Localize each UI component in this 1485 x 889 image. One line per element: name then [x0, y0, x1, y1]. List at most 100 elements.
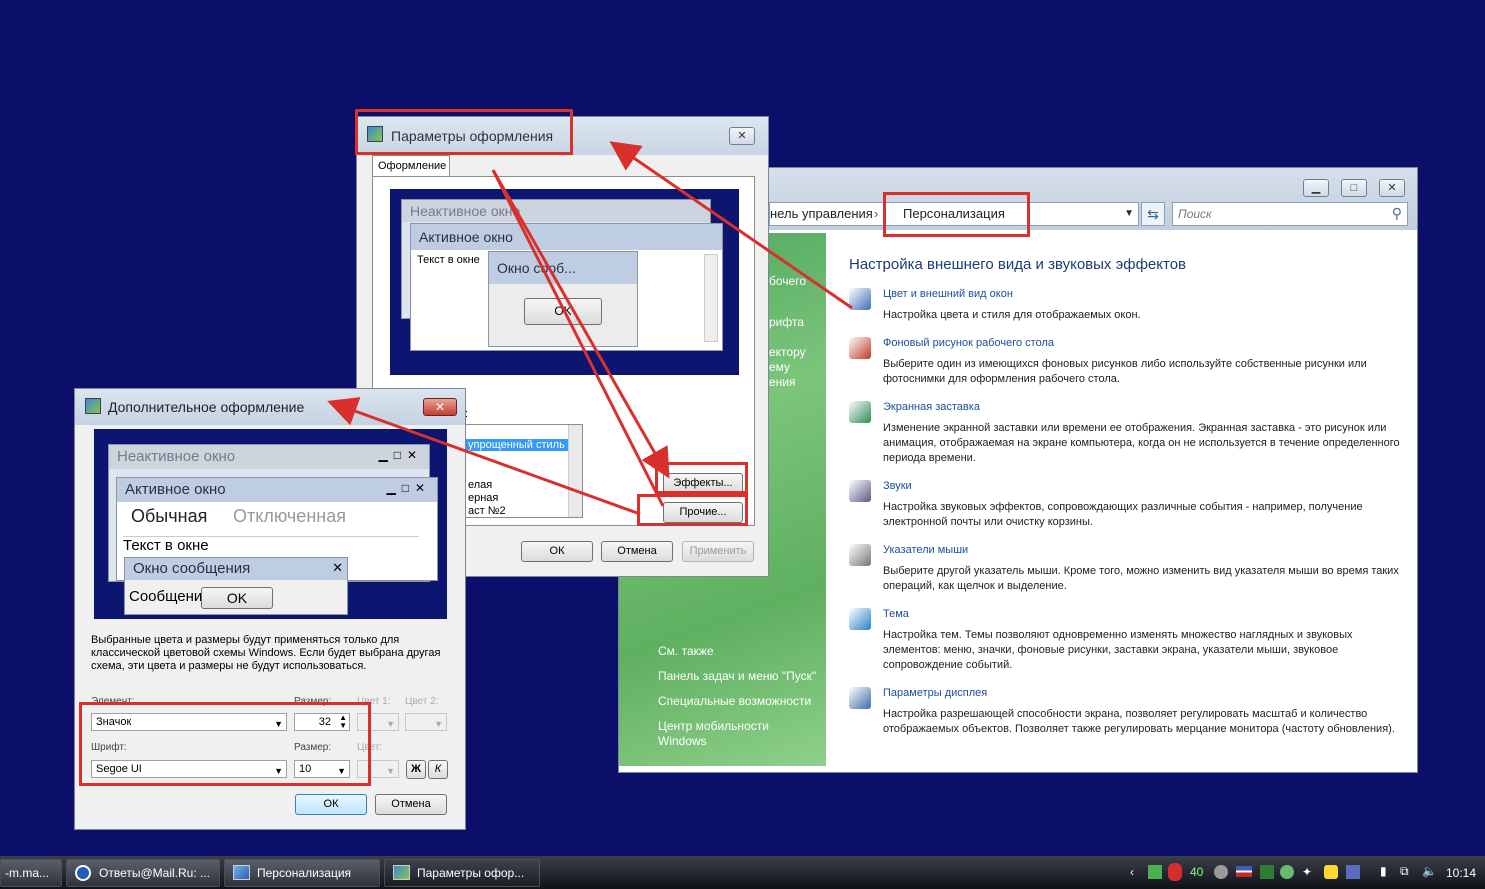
advanced-ok-button[interactable]: ОК: [295, 794, 367, 815]
font-size-dropdown-icon: ▼: [337, 766, 346, 776]
search-box[interactable]: Поиск ⚲: [1172, 202, 1408, 226]
tray-clock: 10:14: [1446, 866, 1477, 880]
font-size-dropdown[interactable]: 10 ▼: [294, 760, 350, 778]
preview-window-text: Текст в окне: [417, 254, 480, 266]
adv-menu-disabled: Отключенная: [233, 506, 346, 526]
address-bar[interactable]: нель управления › Персонализация ▼: [769, 202, 1139, 226]
theme-icon: [849, 608, 871, 630]
color2-picker[interactable]: ▼: [405, 713, 447, 731]
settings-item-link[interactable]: Фоновый рисунок рабочего стола: [883, 337, 1054, 349]
tray-antivirus-icon[interactable]: [1168, 863, 1182, 881]
task-link-5[interactable]: ения: [769, 375, 796, 389]
color1-picker[interactable]: ▼: [357, 713, 399, 731]
task-link-3[interactable]: ектору: [769, 345, 806, 359]
appearance-cancel-button[interactable]: Отмена: [601, 541, 673, 562]
settings-item-link[interactable]: Звуки: [883, 480, 912, 492]
advanced-button[interactable]: Прочие...: [663, 502, 743, 523]
font-size-value: 10: [299, 763, 312, 775]
advanced-title: Дополнительное оформление: [108, 399, 305, 415]
size-spinner-icon[interactable]: ▲ ▼: [339, 714, 347, 730]
tray-network-status-icon[interactable]: ⧉: [1400, 864, 1409, 879]
font-value: Segoe UI: [96, 763, 142, 775]
advanced-preview: Неактивное окно ▁□✕ Активное окно ▁□✕ Об…: [94, 429, 447, 619]
adv-inactive-controls: ▁□✕: [378, 448, 423, 462]
appearance-apply-button[interactable]: Применить: [682, 541, 754, 562]
tray-language-icon[interactable]: [1236, 866, 1252, 877]
adv-message-text: Сообщени: [129, 588, 203, 605]
adv-preview-message-box: Окно сообщения ✕ Сообщени OK: [124, 557, 348, 615]
appearance-task-icon: [393, 865, 410, 880]
tray-volume-icon[interactable]: 🔈: [1422, 864, 1437, 878]
maximize-button[interactable]: □: [1341, 179, 1367, 197]
scheme-item-3[interactable]: ерная: [468, 492, 498, 504]
taskbar-item-mail[interactable]: -m.ma...: [0, 859, 62, 887]
font-color-picker[interactable]: ▼: [357, 760, 399, 778]
scheme-list-scrollbar[interactable]: [568, 425, 582, 517]
main-heading: Настройка внешнего вида и звуковых эффек…: [849, 256, 1187, 273]
preview-message-box: Окно сооб... OK: [488, 251, 638, 347]
appearance-title: Параметры оформления: [391, 128, 554, 144]
tray-power-icon[interactable]: ▮: [1380, 864, 1387, 878]
settings-item-link[interactable]: Цвет и внешний вид окон: [883, 288, 1013, 300]
effects-button[interactable]: Эффекты...: [663, 473, 743, 494]
scheme-item-4[interactable]: аст №2: [468, 505, 506, 517]
task-link-2[interactable]: рифта: [769, 315, 804, 329]
color1-dropdown-icon: ▼: [386, 719, 395, 729]
italic-button[interactable]: К: [428, 760, 448, 779]
scheme-item-basic[interactable]: упрощенный стиль: [466, 439, 568, 451]
tab-appearance[interactable]: Оформление: [372, 155, 450, 177]
tray-app-icon-3[interactable]: [1280, 865, 1294, 879]
advanced-close-button[interactable]: ✕: [423, 398, 457, 416]
breadcrumb-control-panel[interactable]: нель управления: [770, 203, 873, 225]
breadcrumb-personalization[interactable]: Персонализация: [903, 203, 1005, 225]
taskbar-item-appearance[interactable]: Параметры офор...: [384, 859, 540, 887]
sounds-icon: [849, 480, 871, 502]
tray-expand-icon[interactable]: ‹: [1130, 865, 1134, 879]
taskbar-item-opera-label: Ответы@Mail.Ru: ...: [99, 866, 210, 880]
bold-button[interactable]: Ж: [406, 760, 426, 779]
adv-message-close-icon: ✕: [332, 560, 343, 575]
tray-app-icon-1[interactable]: [1214, 865, 1228, 879]
font-dropdown-icon: ▼: [274, 766, 283, 776]
settings-item-description: Изменение экранной заставки или времени …: [883, 422, 1400, 464]
adv-message-title: Окно сообщения: [125, 558, 347, 580]
tray-app-icon-2[interactable]: [1260, 865, 1274, 879]
settings-item-link[interactable]: Указатели мыши: [883, 544, 968, 556]
address-dropdown-icon[interactable]: ▼: [1124, 203, 1134, 225]
minimize-button[interactable]: ▁: [1303, 179, 1329, 197]
see-also-mobility[interactable]: Центр мобильности: [658, 719, 769, 733]
appearance-titlebar: Параметры оформления ✕: [357, 117, 768, 155]
taskbar-item-opera[interactable]: Ответы@Mail.Ru: ...: [66, 859, 220, 887]
taskbar-item-mail-label: -m.ma...: [5, 866, 49, 880]
scheme-item-2[interactable]: елая: [468, 479, 492, 491]
element-label: Элемент:: [91, 696, 135, 707]
size-spinner[interactable]: 32 ▲ ▼: [294, 713, 350, 731]
settings-item-link[interactable]: Экранная заставка: [883, 401, 980, 413]
see-also-mobility-2[interactable]: Windows: [658, 734, 707, 748]
tray-app-icon-6[interactable]: [1346, 865, 1360, 879]
settings-item-link[interactable]: Параметры дисплея: [883, 687, 987, 699]
see-also-accessibility[interactable]: Специальные возможности: [658, 694, 811, 708]
advanced-window-icon: [85, 398, 101, 414]
font-label: Шрифт:: [91, 742, 127, 753]
personalization-task-icon: [233, 865, 250, 880]
close-button[interactable]: ✕: [1379, 179, 1405, 197]
task-link-4[interactable]: ему: [769, 360, 790, 374]
element-dropdown[interactable]: Значок ▼: [91, 713, 287, 731]
color-scheme-list[interactable]: упрощенный стиль елая ерная аст №2: [465, 424, 583, 518]
task-link-1[interactable]: бочего: [769, 274, 806, 288]
search-icon[interactable]: ⚲: [1392, 205, 1402, 222]
appearance-ok-button[interactable]: ОК: [521, 541, 593, 562]
settings-item-description: Настройка звуковых эффектов, сопровождаю…: [883, 501, 1363, 528]
font-dropdown[interactable]: Segoe UI ▼: [91, 760, 287, 778]
tray-app-icon-5[interactable]: [1324, 865, 1338, 879]
tray-network-icon[interactable]: [1148, 865, 1162, 879]
taskbar-item-personalization[interactable]: Персонализация: [224, 859, 380, 887]
refresh-icon[interactable]: ⇆: [1141, 202, 1165, 226]
see-also-taskbar[interactable]: Панель задач и меню "Пуск": [658, 669, 816, 683]
tray-app-icon-4[interactable]: ✦: [1302, 865, 1312, 879]
appearance-close-button[interactable]: ✕: [729, 127, 755, 145]
advanced-cancel-button[interactable]: Отмена: [375, 794, 447, 815]
see-also-heading: См. также: [658, 644, 714, 658]
settings-item-link[interactable]: Тема: [883, 608, 909, 620]
